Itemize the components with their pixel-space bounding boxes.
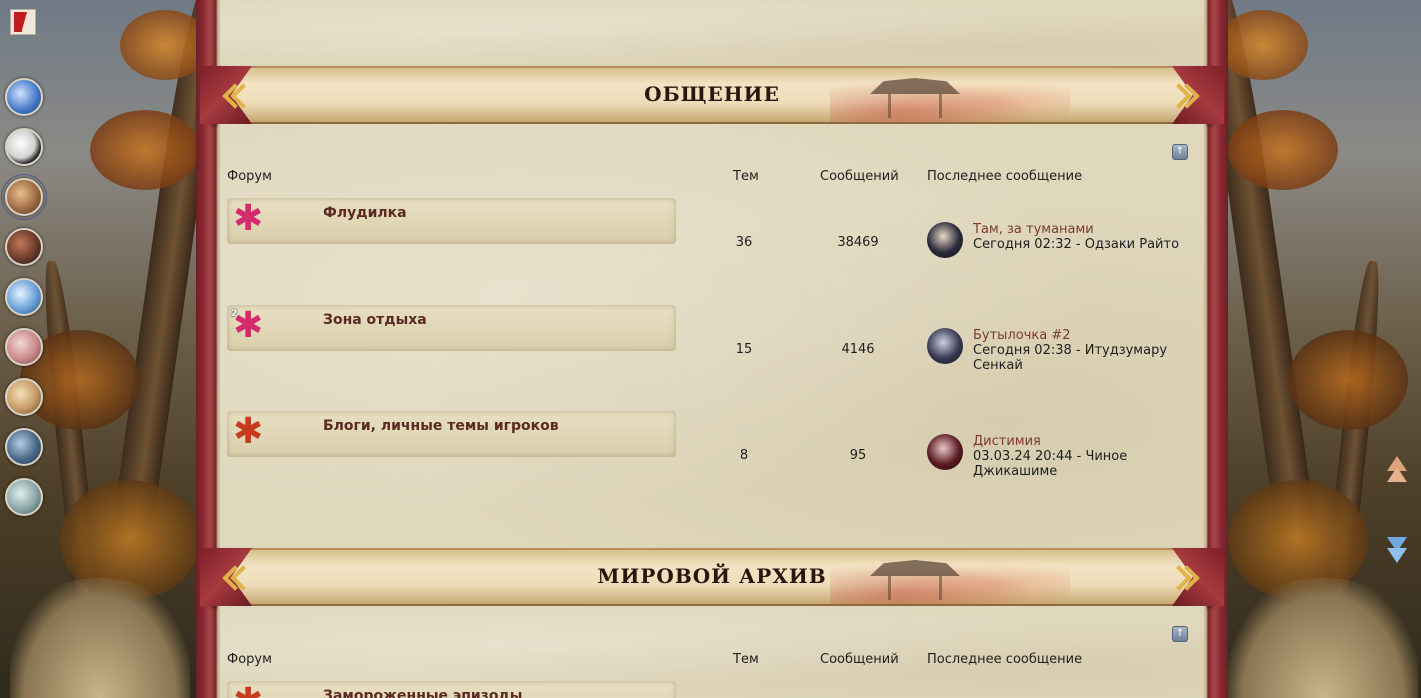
topics-count: 8 [739, 448, 749, 463]
last-post: Бутылочка #2 Сегодня 02:38 - Итудзумару … [927, 328, 1197, 376]
column-forum: Форум [227, 169, 272, 184]
scroll-up-button[interactable] [1386, 456, 1408, 482]
avatar[interactable] [927, 222, 963, 258]
last-post-meta: Сегодня 02:38 - Итудзумару Сенкай [973, 343, 1168, 373]
forum-link[interactable]: Флудилка [323, 205, 407, 221]
column-posts: Сообщений [820, 652, 899, 667]
right-scenery [1228, 0, 1421, 698]
column-topics: Тем [733, 169, 759, 184]
column-topics: Тем [733, 652, 759, 667]
forum-row: Замороженные эпизоды [227, 681, 676, 698]
blonde-avatar[interactable] [5, 378, 43, 416]
unread-badge: 2 [231, 309, 238, 319]
last-post-topic-link[interactable]: Бутылочка #2 [973, 328, 1071, 343]
forum-link[interactable]: Блоги, личные темы игроков [323, 418, 559, 434]
forum-row: 2 Зона отдыха [227, 305, 676, 351]
maple-leaf-icon [233, 199, 267, 239]
forum-link[interactable]: Зона отдыха [323, 312, 427, 328]
category-panel: ↑ Форум Тем Сообщений Последнее сообщени… [218, 606, 1206, 698]
category-title: ОБЩЕНИЕ [644, 82, 780, 106]
maple-leaf-icon [233, 682, 267, 698]
arrow-down-icon [1387, 548, 1407, 563]
category-panel: ↑ Форум Тем Сообщений Последнее сообщени… [218, 124, 1206, 550]
column-last-post: Последнее сообщение [927, 652, 1083, 667]
category-header[interactable]: МИРОВОЙ АРХИВ [200, 548, 1224, 606]
arrow-up-icon [1387, 467, 1407, 482]
last-post-meta: 03.03.24 20:44 - Чиное Джикашиме [973, 449, 1128, 479]
city-avatar[interactable] [5, 428, 43, 466]
warrior-avatar[interactable] [1, 174, 47, 220]
main-column: ОБЩЕНИЕ ↑ Форум Тем Сообщений Последнее … [196, 0, 1228, 698]
column-last-post: Последнее сообщение [927, 169, 1083, 184]
site-logo[interactable] [10, 9, 36, 35]
last-post-topic-link[interactable]: Там, за туманами [973, 222, 1094, 237]
last-post: Там, за туманами Сегодня 02:32 - Одзаки … [927, 222, 1197, 262]
forum-row: Флудилка [227, 198, 676, 244]
forum-link[interactable]: Замороженные эпизоды [323, 688, 522, 698]
forum-row: Блоги, личные темы игроков [227, 411, 676, 457]
column-posts: Сообщений [820, 169, 899, 184]
ice-avatar[interactable] [5, 278, 43, 316]
last-post-topic-link[interactable]: Дистимия [973, 434, 1041, 449]
shadow-avatar[interactable] [5, 228, 43, 266]
maple-leaf-icon [233, 306, 267, 346]
panda-avatar[interactable] [5, 128, 43, 166]
posts-count: 4146 [841, 342, 875, 357]
maple-leaf-icon [233, 412, 267, 452]
pink-avatar[interactable] [5, 328, 43, 366]
scroll-top-icon[interactable]: ↑ [1172, 144, 1188, 160]
column-forum: Форум [227, 652, 272, 667]
previous-category-panel [218, 0, 1206, 68]
feather-avatar[interactable] [5, 78, 43, 116]
avatar[interactable] [927, 328, 963, 364]
scroll-down-button[interactable] [1386, 537, 1408, 563]
category-header[interactable]: ОБЩЕНИЕ [200, 66, 1224, 124]
category-title: МИРОВОЙ АРХИВ [597, 564, 827, 588]
topics-count: 15 [735, 342, 753, 357]
last-post-meta: Сегодня 02:32 - Одзаки Райто [973, 237, 1180, 252]
avatar[interactable] [927, 434, 963, 470]
last-post: Дистимия 03.03.24 20:44 - Чиное Джикашим… [927, 434, 1197, 482]
glass-avatar[interactable] [5, 478, 43, 516]
posts-count: 95 [849, 448, 867, 463]
topics-count: 36 [735, 235, 753, 250]
scroll-top-icon[interactable]: ↑ [1172, 626, 1188, 642]
posts-count: 38469 [837, 235, 879, 250]
